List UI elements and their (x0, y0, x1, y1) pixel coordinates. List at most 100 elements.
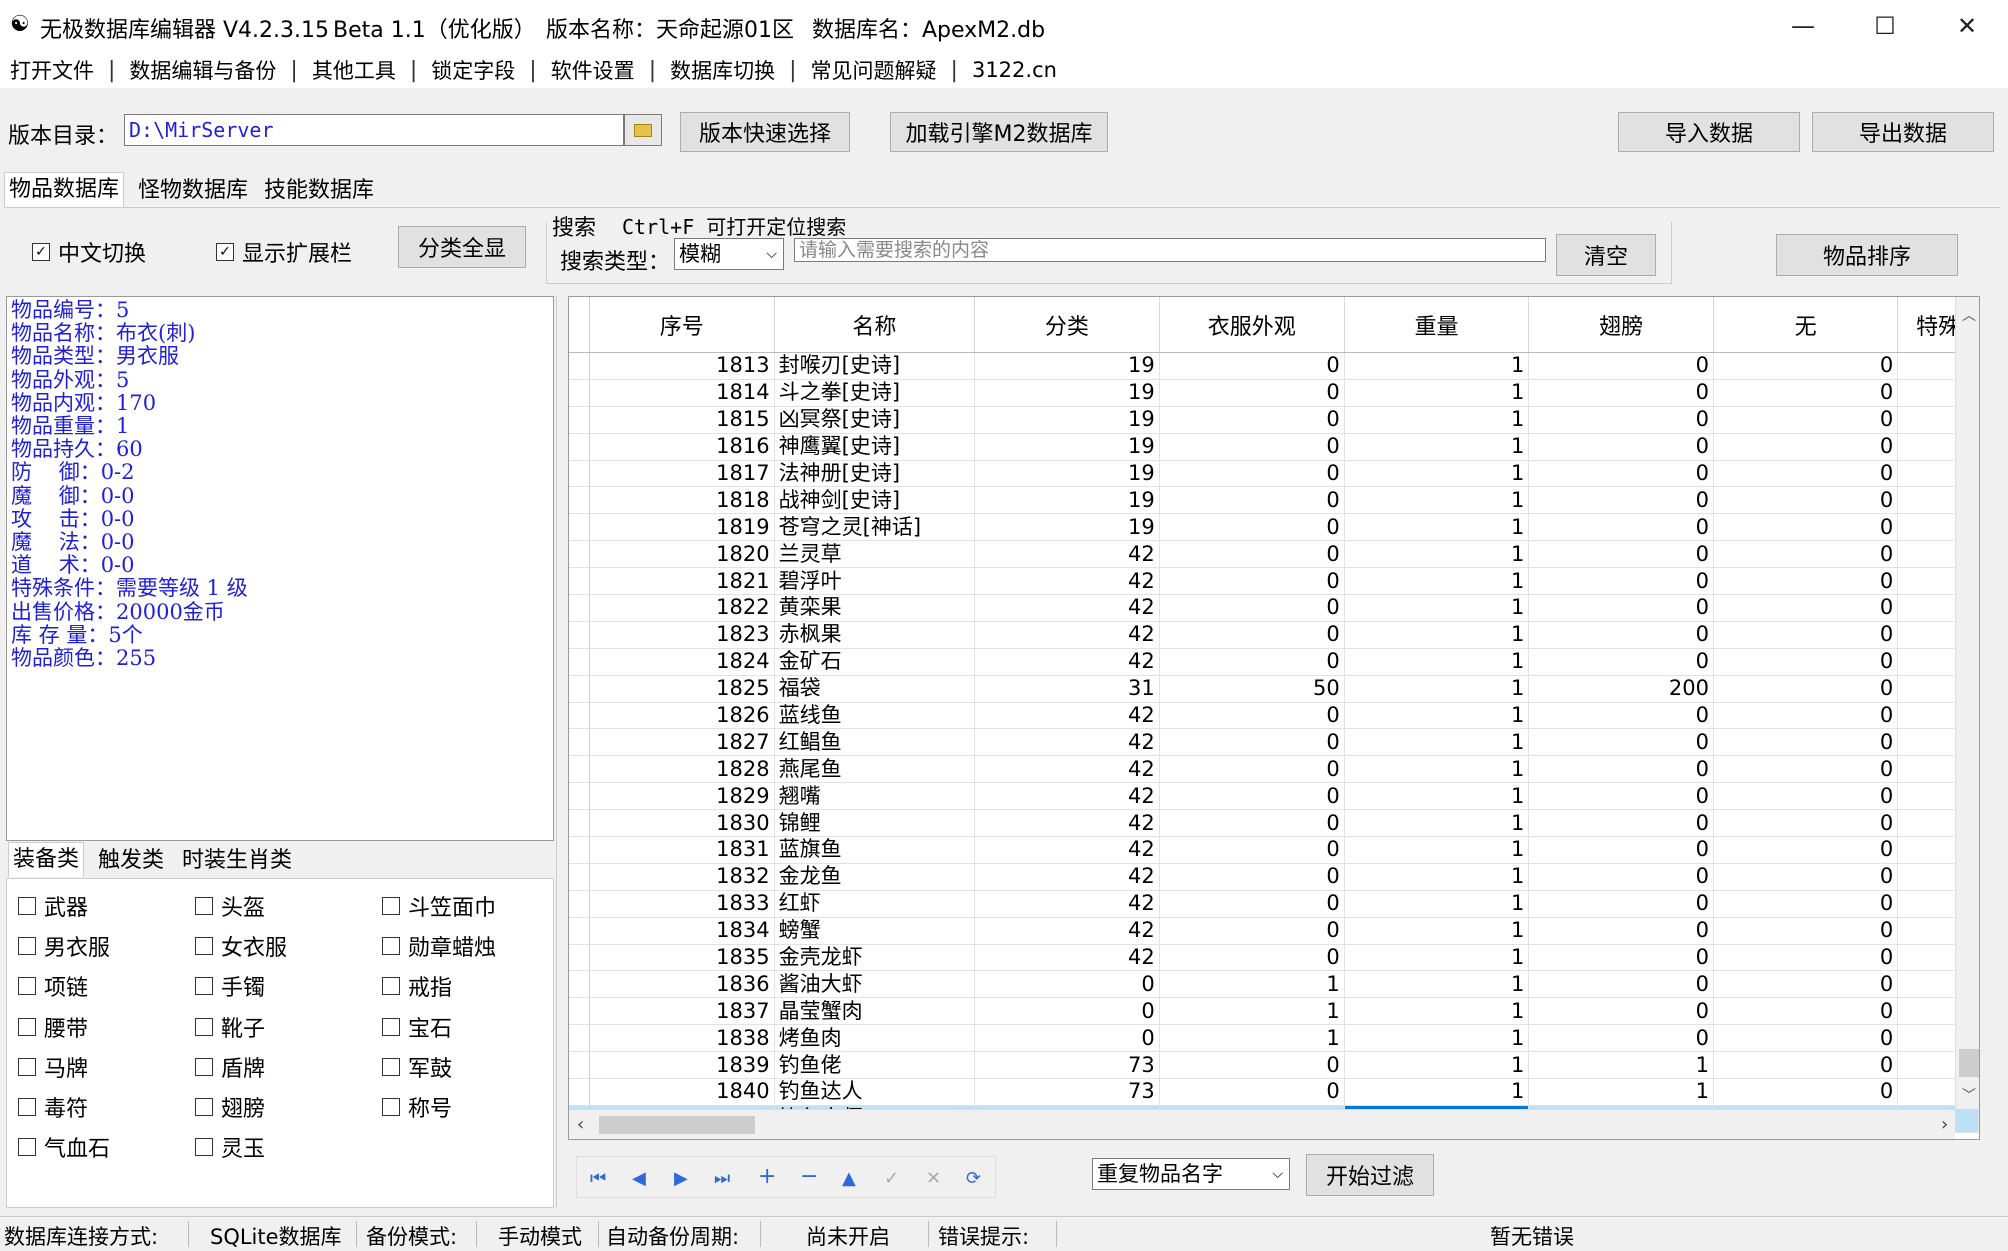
table-cell[interactable]: 0 (1159, 809, 1345, 838)
table-cell[interactable]: 0 (1528, 486, 1714, 515)
table-cell[interactable]: 42 (974, 567, 1160, 596)
table-row[interactable]: 1829 翘嘴 42 0 1 0 0 (569, 782, 1979, 811)
table-cell[interactable]: 0 (974, 997, 1160, 1026)
table-cell[interactable]: 0 (974, 1024, 1160, 1053)
table-cell[interactable]: 0 (1528, 890, 1714, 918)
category-checkbox[interactable]: 女衣服 (195, 930, 287, 962)
table-cell[interactable]: 0 (1159, 782, 1345, 811)
table-cell[interactable]: 0 (1713, 944, 1899, 972)
table-cell[interactable]: 封喉刃[史诗] (774, 352, 976, 380)
row-header[interactable] (569, 836, 590, 864)
table-cell[interactable]: 42 (974, 621, 1160, 649)
table-cell[interactable]: 42 (974, 782, 1160, 811)
table-cell[interactable]: 0 (1528, 836, 1714, 864)
row-header[interactable] (569, 460, 590, 488)
table-cell[interactable]: 19 (974, 460, 1160, 488)
table-cell[interactable]: 0 (1713, 540, 1899, 569)
table-cell[interactable]: 苍穹之灵[神话] (774, 513, 976, 542)
table-cell[interactable]: 0 (1713, 1024, 1899, 1053)
table-cell[interactable]: 0 (1159, 379, 1345, 407)
row-header[interactable] (569, 675, 590, 703)
refresh-icon[interactable]: ⟳ (966, 1168, 981, 1189)
table-cell[interactable]: 斗之拳[史诗] (774, 379, 976, 407)
row-header[interactable] (569, 702, 590, 730)
table-cell[interactable]: 1838 (589, 1024, 775, 1053)
table-cell[interactable]: 19 (974, 379, 1160, 407)
table-cell[interactable]: 0 (1159, 352, 1345, 380)
table-cell[interactable]: 0 (1528, 648, 1714, 676)
row-header[interactable] (569, 594, 590, 622)
table-cell[interactable]: 0 (1528, 460, 1714, 488)
table-cell[interactable]: 1 (1344, 406, 1530, 434)
table-cell[interactable]: 红虾 (774, 890, 976, 918)
close-button[interactable]: ✕ (1926, 0, 2008, 52)
table-cell[interactable]: 0 (1713, 702, 1899, 730)
category-checkbox[interactable]: 军鼓 (382, 1051, 452, 1083)
table-cell[interactable]: 0 (1159, 1078, 1345, 1106)
category-checkbox[interactable]: 斗笠面巾 (382, 890, 496, 922)
table-row[interactable]: 1815 凶冥祭[史诗] 19 0 1 0 0 (569, 406, 1979, 434)
menu-other-tools[interactable]: 其他工具 (310, 55, 398, 85)
table-cell[interactable]: 1824 (589, 648, 775, 676)
table-cell[interactable]: 螃蟹 (774, 917, 976, 945)
table-cell[interactable]: 翘嘴 (774, 782, 976, 811)
table-cell[interactable]: 1826 (589, 702, 775, 730)
table-cell[interactable]: 烤鱼肉 (774, 1024, 976, 1053)
table-cell[interactable]: 0 (1528, 513, 1714, 542)
table-cell[interactable]: 1 (1344, 1051, 1530, 1080)
show-ext-checkbox[interactable]: ✓ 显示扩展栏 (216, 236, 352, 268)
table-cell[interactable]: 1 (1159, 1024, 1345, 1053)
category-checkbox[interactable]: 项链 (18, 970, 88, 1002)
menu-website[interactable]: 3122.cn (970, 58, 1059, 82)
table-cell[interactable]: 0 (1159, 486, 1345, 515)
column-header[interactable]: 名称 (774, 297, 976, 353)
table-cell[interactable]: 0 (1713, 917, 1899, 945)
table-cell[interactable]: 蓝旗鱼 (774, 836, 976, 864)
column-header[interactable]: 无 (1713, 297, 1899, 353)
export-button[interactable]: 导出数据 (1812, 112, 1994, 152)
import-button[interactable]: 导入数据 (1618, 112, 1800, 152)
splitter[interactable] (556, 296, 566, 1208)
table-cell[interactable]: 1833 (589, 890, 775, 918)
table-cell[interactable]: 0 (1528, 594, 1714, 622)
category-checkbox[interactable]: 灵玉 (195, 1131, 265, 1163)
category-checkbox[interactable]: 勋章蜡烛 (382, 930, 496, 962)
table-row[interactable]: 1817 法神册[史诗] 19 0 1 0 0 (569, 460, 1979, 488)
table-cell[interactable]: 1 (1344, 379, 1530, 407)
table-cell[interactable]: 1 (1344, 513, 1530, 542)
table-cell[interactable]: 蓝线鱼 (774, 702, 976, 730)
table-cell[interactable]: 0 (1713, 863, 1899, 891)
category-checkbox[interactable]: 武器 (18, 890, 88, 922)
table-cell[interactable]: 1 (1344, 809, 1530, 838)
minimize-button[interactable]: — (1762, 0, 1844, 52)
table-cell[interactable]: 1 (1344, 1024, 1530, 1053)
table-cell[interactable]: 1815 (589, 406, 775, 434)
cancel-edit-icon[interactable]: ✕ (926, 1168, 941, 1189)
table-cell[interactable]: 0 (1528, 755, 1714, 784)
table-cell[interactable]: 1834 (589, 917, 775, 945)
category-checkbox[interactable]: 腰带 (18, 1011, 88, 1043)
horizontal-scroll-thumb[interactable] (599, 1116, 755, 1134)
table-cell[interactable]: 0 (1159, 917, 1345, 945)
horizontal-scrollbar[interactable]: ‹ › (569, 1109, 1955, 1139)
table-cell[interactable]: 0 (1713, 567, 1899, 596)
table-row[interactable]: 1828 燕尾鱼 42 0 1 0 0 (569, 755, 1979, 784)
table-row[interactable]: 1838 烤鱼肉 0 1 1 0 0 (569, 1024, 1979, 1053)
table-cell[interactable]: 1819 (589, 513, 775, 542)
table-cell[interactable]: 0 (1713, 997, 1899, 1026)
menu-open-file[interactable]: 打开文件 (8, 55, 96, 85)
table-cell[interactable]: 42 (974, 728, 1160, 757)
table-cell[interactable]: 0 (1528, 567, 1714, 596)
table-cell[interactable]: 1 (1344, 782, 1530, 811)
row-header[interactable] (569, 944, 590, 972)
row-header[interactable] (569, 648, 590, 676)
table-cell[interactable]: 50 (1159, 675, 1345, 703)
row-header[interactable] (569, 863, 590, 891)
search-type-select[interactable]: 模糊 ⌵ (674, 238, 784, 270)
delete-record-icon[interactable]: − (800, 1164, 818, 1189)
table-cell[interactable]: 锦鲤 (774, 809, 976, 838)
table-row[interactable]: 1822 黄栾果 42 0 1 0 0 (569, 594, 1979, 622)
table-cell[interactable]: 兰灵草 (774, 540, 976, 569)
table-row[interactable]: 1813 封喉刃[史诗] 19 0 1 0 0 (569, 352, 1979, 380)
table-row[interactable]: 1827 红鲳鱼 42 0 1 0 0 (569, 728, 1979, 757)
